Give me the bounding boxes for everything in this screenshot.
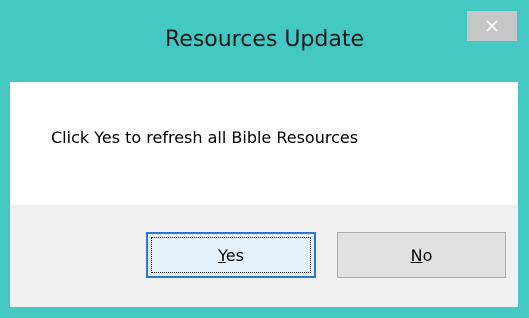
message-text: Click Yes to refresh all Bible Resources: [51, 128, 359, 147]
dialog-window: Resources Update Click Yes to refresh al…: [0, 0, 529, 318]
dialog-body: Click Yes to refresh all Bible Resources…: [10, 82, 518, 307]
yes-label-rest: es: [225, 245, 244, 265]
title-bar[interactable]: Resources Update: [0, 0, 529, 82]
no-mnemonic: N: [410, 245, 423, 265]
no-label-rest: o: [422, 245, 433, 265]
message-area: Click Yes to refresh all Bible Resources: [10, 82, 518, 205]
dialog-title: Resources Update: [164, 27, 365, 52]
no-button-label: No: [411, 246, 433, 265]
yes-button[interactable]: Yes: [146, 232, 316, 278]
close-button[interactable]: [467, 11, 517, 41]
yes-button-label: Yes: [218, 246, 244, 265]
no-button[interactable]: No: [337, 232, 506, 278]
close-icon: [486, 20, 498, 32]
yes-mnemonic: Y: [218, 245, 226, 265]
